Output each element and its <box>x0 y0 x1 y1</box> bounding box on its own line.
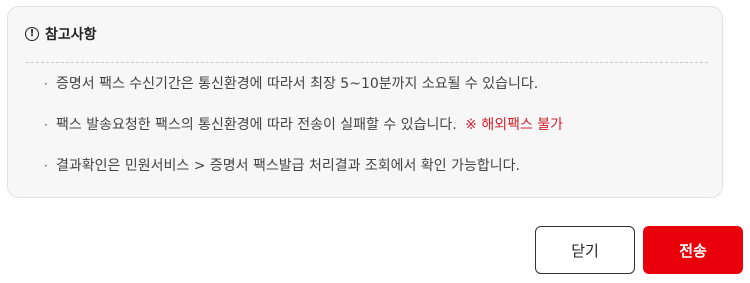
send-button[interactable]: 전송 <box>643 226 743 274</box>
warning-text: ※ 해외팩스 불가 <box>465 117 564 133</box>
list-item: · 결과확인은 민원서비스 > 증명서 팩스발급 처리결과 조회에서 확인 가능… <box>44 156 712 176</box>
notice-box: ! 참고사항 · 증명서 팩스 수신기간은 통신환경에 따라서 최장 5~10분… <box>7 6 723 198</box>
close-button[interactable]: 닫기 <box>535 226 635 274</box>
divider <box>26 62 708 63</box>
notice-title: 참고사항 <box>45 27 97 43</box>
exclamation-circle-icon: ! <box>25 27 39 41</box>
list-item: · 팩스 발송요청한 팩스의 통신환경에 따라 전송이 실패할 수 있습니다. … <box>44 115 712 135</box>
bullet: · <box>44 159 48 173</box>
list-item: · 증명서 팩스 수신기간은 통신환경에 따라서 최장 5~10분까지 소요될 … <box>44 74 712 94</box>
bullet: · <box>44 77 48 91</box>
notice-text: 결과확인은 민원서비스 > 증명서 팩스발급 처리결과 조회에서 확인 가능합니… <box>56 158 520 174</box>
bullet: · <box>44 118 48 132</box>
notice-header: ! 참고사항 <box>25 24 97 44</box>
notice-text: 팩스 발송요청한 팩스의 통신환경에 따라 전송이 실패할 수 있습니다. <box>56 117 457 133</box>
notice-list: · 증명서 팩스 수신기간은 통신환경에 따라서 최장 5~10분까지 소요될 … <box>44 74 712 176</box>
notice-text: 증명서 팩스 수신기간은 통신환경에 따라서 최장 5~10분까지 소요될 수 … <box>56 76 539 92</box>
